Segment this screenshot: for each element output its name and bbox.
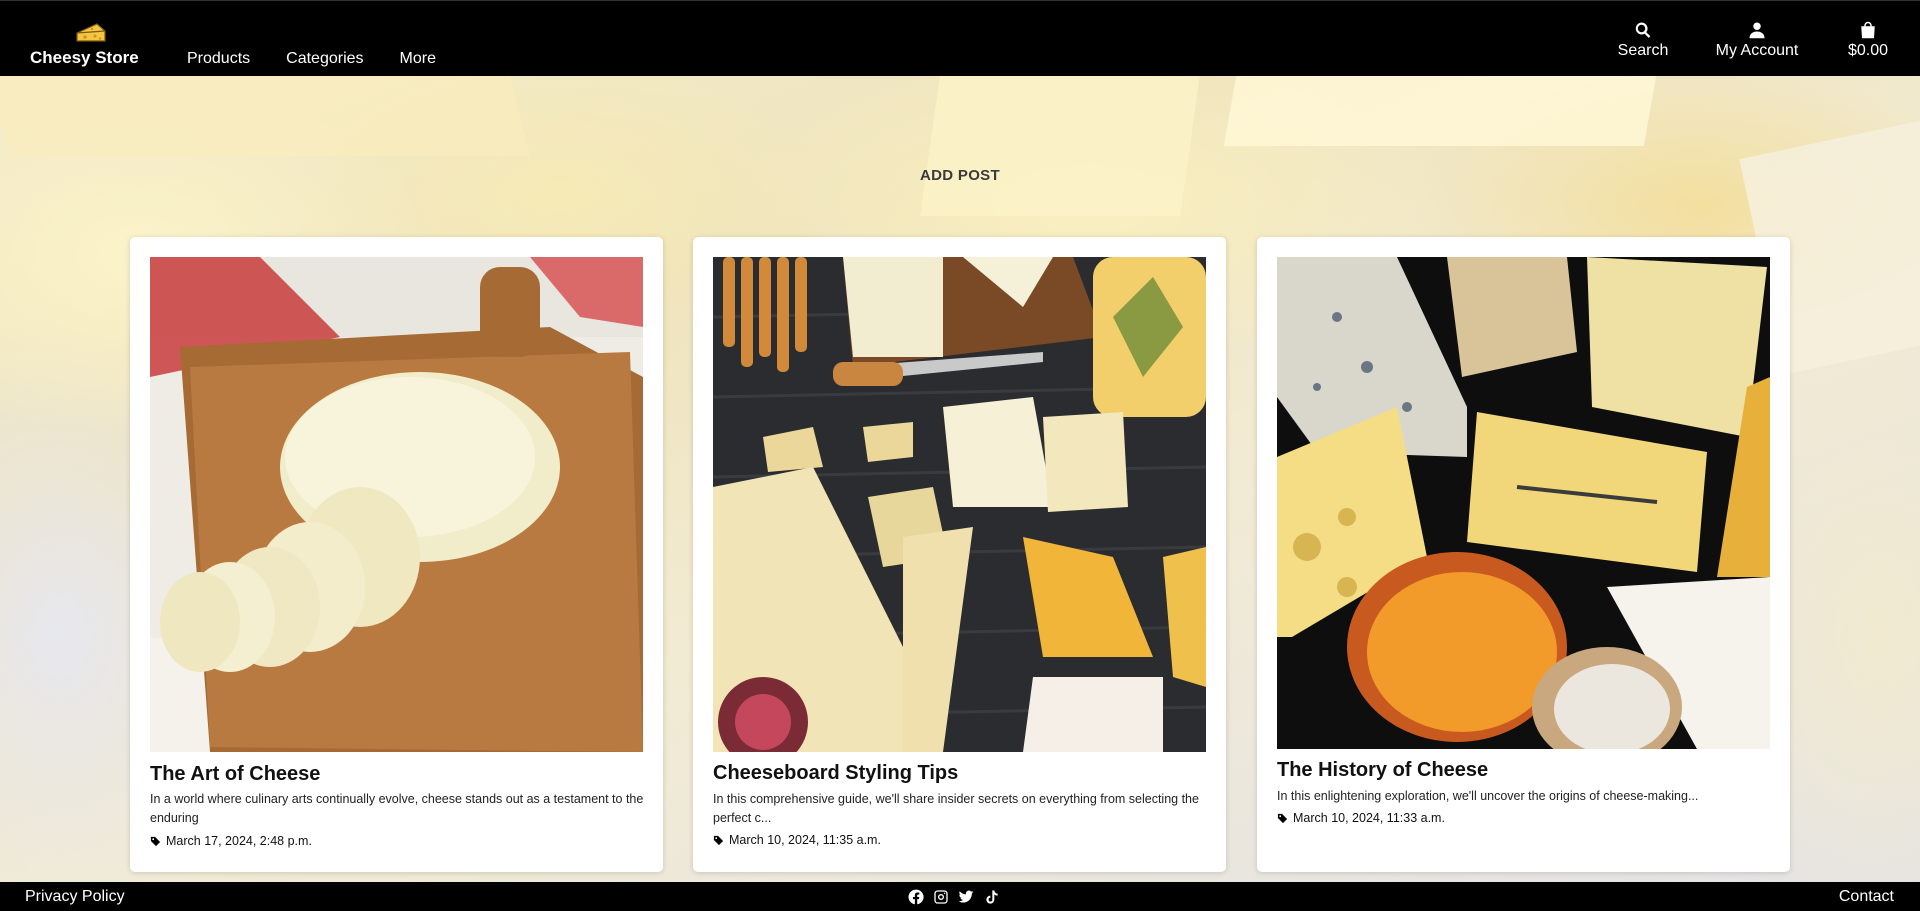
brand-home-link[interactable]: Cheesy Store (30, 19, 150, 69)
search-button[interactable]: Search (1593, 21, 1693, 60)
search-icon (1635, 22, 1651, 38)
tag-icon (1277, 813, 1288, 823)
post-excerpt: In this enlightening exploration, we'll … (1277, 789, 1699, 803)
user-icon (1749, 22, 1765, 39)
post-meta: March 10, 2024, 11:35 a.m. (713, 833, 881, 847)
site-footer: Privacy Policy Contact (0, 882, 1920, 911)
tag-icon (713, 835, 724, 845)
post-date: March 17, 2024, 2:48 p.m. (166, 834, 312, 848)
add-post-link[interactable]: ADD POST (880, 167, 1040, 184)
post-image[interactable] (713, 257, 1206, 752)
site-header: Cheesy Store Products Categories More Se… (0, 0, 1920, 76)
post-excerpt: In this comprehensive guide, we'll share… (713, 792, 1199, 825)
nav-categories[interactable]: Categories (286, 50, 363, 68)
facebook-icon[interactable] (908, 889, 924, 905)
privacy-policy-link[interactable]: Privacy Policy (25, 888, 125, 906)
shopping-bag-icon (1861, 21, 1875, 39)
cart-button[interactable]: $0.00 (1818, 21, 1918, 60)
cart-total: $0.00 (1847, 42, 1889, 59)
cheese-icon (76, 23, 106, 42)
nav-more[interactable]: More (400, 50, 436, 68)
contact-link[interactable]: Contact (1839, 888, 1894, 906)
post-title[interactable]: The Art of Cheese (150, 763, 320, 786)
brand-name: Cheesy Store (30, 48, 139, 67)
post-card[interactable]: The Art of Cheese In a world where culin… (130, 237, 663, 872)
tag-icon (150, 836, 161, 846)
post-card[interactable]: The History of Cheese In this enlighteni… (1257, 237, 1790, 872)
post-meta: March 10, 2024, 11:33 a.m. (1277, 811, 1445, 825)
post-meta: March 17, 2024, 2:48 p.m. (150, 834, 312, 848)
main-nav: Products Categories More (187, 50, 436, 68)
post-title[interactable]: Cheeseboard Styling Tips (713, 762, 958, 785)
post-date: March 10, 2024, 11:35 a.m. (729, 833, 881, 847)
post-image[interactable] (150, 257, 643, 752)
tiktok-icon[interactable] (983, 889, 999, 905)
social-links (908, 889, 999, 905)
post-excerpt: In a world where culinary arts continual… (150, 792, 644, 825)
my-account-button[interactable]: My Account (1707, 21, 1807, 60)
nav-products[interactable]: Products (187, 50, 250, 68)
search-label: Search (1617, 42, 1669, 59)
post-date: March 10, 2024, 11:33 a.m. (1293, 811, 1445, 825)
post-title[interactable]: The History of Cheese (1277, 759, 1488, 782)
post-image[interactable] (1277, 257, 1770, 749)
instagram-icon[interactable] (933, 889, 949, 905)
post-card[interactable]: Cheeseboard Styling Tips In this compreh… (693, 237, 1226, 872)
account-label: My Account (1715, 42, 1799, 59)
twitter-icon[interactable] (958, 889, 974, 905)
